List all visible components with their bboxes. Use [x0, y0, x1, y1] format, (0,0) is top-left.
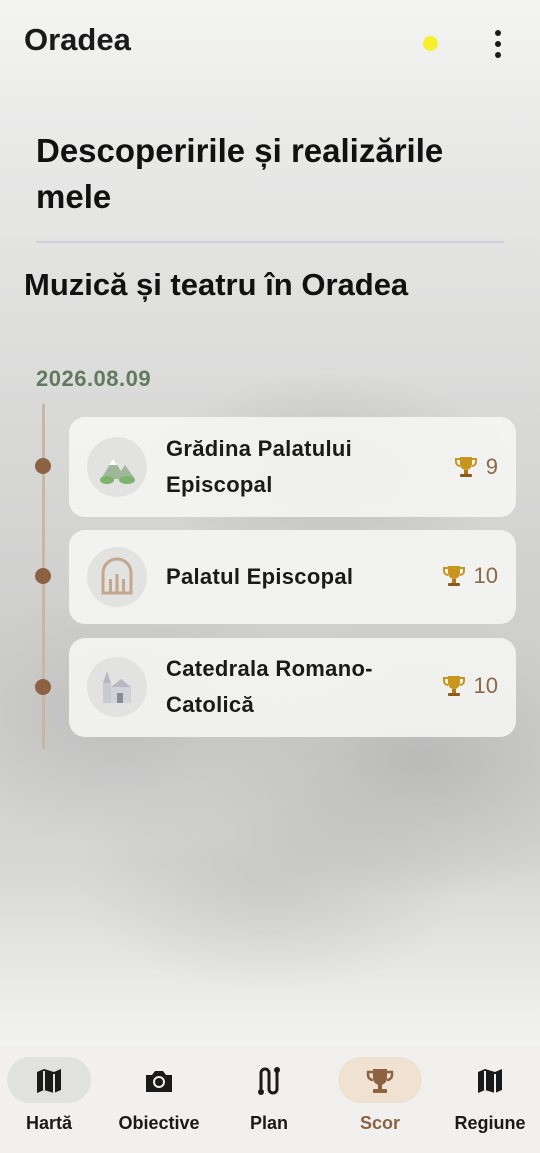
- timeline-dot: [35, 568, 51, 584]
- mountain-icon: [87, 437, 147, 497]
- trophy-icon: [366, 1069, 394, 1093]
- camera-icon: [146, 1071, 172, 1092]
- status-indicator: [423, 36, 438, 51]
- score-value: 10: [473, 563, 498, 588]
- achievement-score: 10: [440, 672, 498, 700]
- nav-label: Plan: [249, 1113, 288, 1133]
- map-icon: [37, 1069, 61, 1093]
- achievement-name: Grădina Palatului Episcopal: [166, 436, 353, 497]
- nav-item-obiective[interactable]: Obiective: [105, 1045, 213, 1153]
- map-icon: [478, 1069, 502, 1093]
- achievement-score: 10: [440, 562, 498, 590]
- trophy-icon: [442, 676, 465, 696]
- app-title: Oradea: [24, 22, 131, 57]
- achievement-card[interactable]: Catedrala Romano-Catolică 10: [69, 638, 516, 737]
- church-icon: [87, 657, 147, 717]
- nav-label: Hartă: [25, 1113, 73, 1133]
- nav-label: Regiune: [454, 1113, 526, 1133]
- bottom-navigation: Hartă Obiective Plan Scor Regiune: [0, 1045, 540, 1153]
- score-value: 10: [473, 673, 498, 698]
- nav-item-scor[interactable]: Scor: [326, 1045, 434, 1153]
- achievement-score: 9: [452, 453, 498, 481]
- achievement-name: Palatul Episcopal: [166, 564, 354, 589]
- top-app-bar: Oradea: [0, 0, 540, 86]
- nav-label: Scor: [359, 1113, 401, 1133]
- dot-icon: [495, 41, 501, 47]
- route-icon: [258, 1067, 280, 1095]
- section-title: Muzică și teatru în Oradea: [24, 267, 409, 302]
- dot-icon: [495, 52, 501, 58]
- achievement-card[interactable]: Palatul Episcopal 10: [69, 530, 516, 624]
- page-heading: Descoperirile și realizările mele: [36, 132, 444, 215]
- date-label: 2026.08.09: [36, 366, 152, 391]
- arch-building-icon: [87, 547, 147, 607]
- more-options-button[interactable]: [484, 28, 512, 60]
- achievement-name: Catedrala Romano-Catolică: [166, 656, 373, 717]
- nav-item-regiune[interactable]: Regiune: [436, 1045, 540, 1153]
- timeline-dot: [35, 458, 51, 474]
- nav-label: Obiective: [118, 1113, 200, 1133]
- timeline-dot: [35, 679, 51, 695]
- nav-item-plan[interactable]: Plan: [215, 1045, 323, 1153]
- achievement-card[interactable]: Grădina Palatului Episcopal 9: [69, 417, 516, 517]
- score-value: 9: [485, 454, 498, 479]
- trophy-icon: [442, 566, 465, 586]
- divider: [36, 241, 504, 243]
- nav-item-harta[interactable]: Hartă: [0, 1045, 103, 1153]
- trophy-icon: [454, 457, 477, 477]
- dot-icon: [495, 30, 501, 36]
